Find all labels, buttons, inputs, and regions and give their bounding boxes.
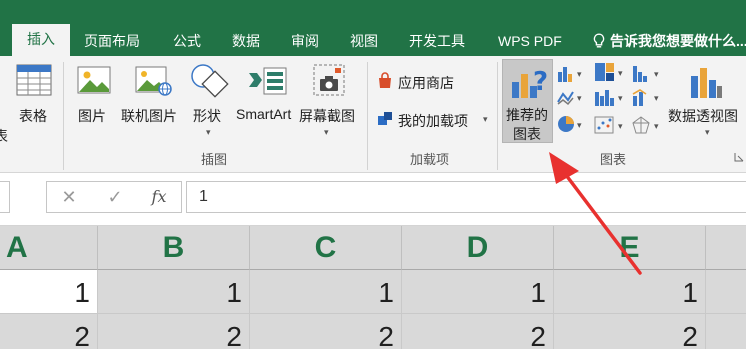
annotation-arrow bbox=[549, 152, 642, 275]
